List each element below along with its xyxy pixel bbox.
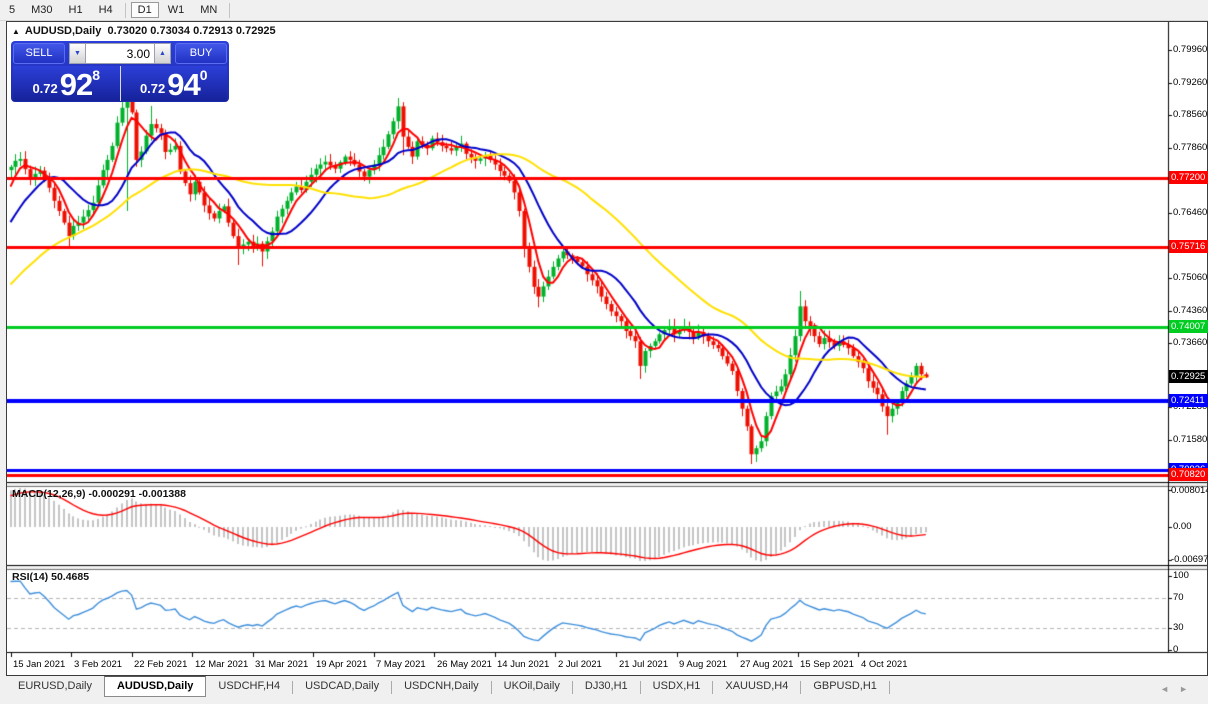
sell-button[interactable]: SELL [13, 43, 65, 64]
chart-tab-XAUUSD[interactable]: XAUUSD,H4 [713, 677, 800, 696]
chart-tab-USDX[interactable]: USDX,H1 [641, 677, 713, 696]
chart-title: ▲ AUDUSD,Daily 0.73020 0.73034 0.72913 0.… [12, 25, 276, 37]
sell-price-display[interactable]: 0.72 92 8 [13, 66, 120, 101]
sell-price-prefix: 0.72 [32, 81, 58, 96]
buy-price-big: 94 [167, 67, 200, 102]
symbol-tab-bar: EURUSD,Daily AUDUSD,Daily USDCHF,H4 USDCAD,… [0, 676, 1208, 704]
buy-price-pip: 0 [199, 67, 208, 83]
chart-tab-EURUSD[interactable]: EURUSD,Daily [6, 677, 104, 696]
timeframe-button-H4[interactable]: H4 [92, 2, 120, 18]
sell-price-pip: 8 [92, 67, 101, 83]
chart-tab-UKOil[interactable]: UKOil,Daily [492, 677, 572, 696]
chart-tab-USDCNH[interactable]: USDCNH,Daily [392, 677, 491, 696]
timeframe-button-W1[interactable]: W1 [161, 2, 192, 18]
chart-symbol-label: AUDUSD,Daily [24, 25, 102, 37]
one-click-trade-widget: SELL ▼ ▲ BUY 0.72 92 8 0.72 94 0 [11, 41, 229, 102]
buy-button[interactable]: BUY [175, 43, 227, 64]
buy-price-display[interactable]: 0.72 94 0 [120, 66, 227, 102]
timeframe-button-MN[interactable]: MN [193, 2, 224, 18]
chart-window: ▲ AUDUSD,Daily 0.73020 0.73034 0.72913 0.… [6, 21, 1208, 676]
timeframe-button-H1[interactable]: H1 [62, 2, 90, 18]
timeframe-button-5[interactable]: 5 [2, 2, 22, 18]
volume-decrease-button[interactable]: ▼ [69, 43, 86, 64]
tab-scroll-left-icon[interactable]: ◄ [1160, 684, 1179, 694]
price-chart-canvas[interactable] [7, 22, 1207, 675]
rsi-indicator-label: RSI(14) 50.4685 [12, 571, 90, 583]
timeframe-toolbar: 5 M30 H1 H4 D1 W1 MN [0, 0, 1208, 21]
volume-increase-button[interactable]: ▲ [154, 43, 171, 64]
macd-indicator-label: MACD(12,26,9) -0.000291 -0.001388 [12, 488, 186, 500]
chart-tab-USDCHF[interactable]: USDCHF,H4 [206, 677, 292, 696]
buy-price-prefix: 0.72 [139, 81, 166, 96]
timeframe-button-D1[interactable]: D1 [130, 2, 159, 18]
terminal-screen: 5 M30 H1 H4 D1 W1 MN ▲ AUDUSD,Daily 0.73020 0.7… [0, 0, 1208, 704]
chart-tab-USDCAD[interactable]: USDCAD,Daily [293, 677, 391, 696]
chart-tab-AUDUSD[interactable]: AUDUSD,Daily [103, 676, 207, 697]
timeframe-button-M30[interactable]: M30 [24, 2, 59, 18]
chart-collapse-icon[interactable]: ▲ [12, 27, 20, 36]
volume-input[interactable] [86, 43, 154, 64]
chart-tab-DJ30[interactable]: DJ30,H1 [573, 677, 640, 696]
chart-tab-GBPUSD[interactable]: GBPUSD,H1 [801, 677, 889, 696]
tab-scroll-right-icon[interactable]: ► [1179, 684, 1198, 694]
sell-price-big: 92 [59, 67, 93, 102]
chart-ohlc-values: 0.73020 0.73034 0.72913 0.72925 [107, 25, 276, 37]
tab-divider [888, 681, 890, 694]
